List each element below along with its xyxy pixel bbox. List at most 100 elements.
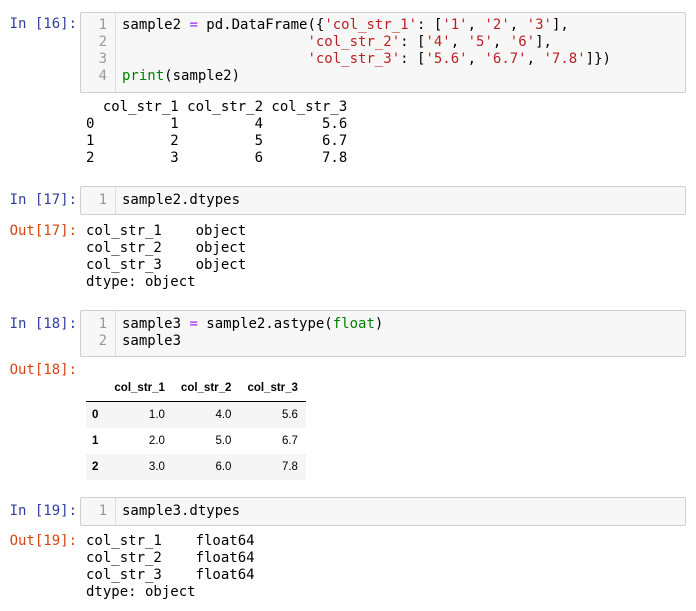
code-token: sample3	[122, 333, 182, 349]
code-token: =	[189, 316, 198, 332]
code-editor[interactable]: sample2 = pd.DataFrame({'col_str_1': ['1…	[122, 17, 611, 85]
table-cell: 6.7	[281, 435, 298, 447]
table-cell: 5.0	[215, 435, 232, 447]
execute-result: col_str_1 float64 col_str_2 float64 col_…	[86, 533, 255, 600]
code-token: ,	[526, 51, 544, 67]
code-token: =	[189, 17, 198, 33]
code-token: (sample2)	[164, 68, 241, 84]
code-token: ],	[551, 17, 569, 33]
output-prompt: Out[17]:	[9, 223, 77, 239]
table-cell: 6.0	[215, 461, 232, 473]
code-token: '2'	[484, 17, 510, 33]
code-line: sample3	[122, 333, 383, 350]
row-index: 1	[92, 435, 99, 447]
code-token: sample2.astype(	[197, 316, 333, 332]
code-token: ,	[467, 51, 485, 67]
input-prompt: In [16]:	[9, 16, 77, 32]
code-token: : [	[400, 34, 426, 50]
line-number-gutter: 1	[81, 187, 116, 214]
code-token: sample2	[122, 17, 190, 33]
code-token: 'col_str_3'	[307, 51, 401, 67]
code-token: ,	[492, 34, 510, 50]
line-number: 2	[98, 333, 107, 349]
input-prompt: In [18]:	[9, 316, 77, 332]
code-line: sample3.dtypes	[122, 503, 240, 520]
dataframe-table: col_str_1 col_str_2 col_str_3 0 1.0 4.0 …	[86, 374, 306, 480]
code-token: float	[332, 316, 375, 332]
output-prompt: Out[19]:	[9, 533, 77, 549]
code-token: '7.8'	[543, 51, 586, 67]
code-token: '5.6'	[425, 51, 468, 67]
index-header	[86, 374, 107, 402]
row-index: 0	[92, 409, 99, 421]
line-number: 1	[98, 503, 107, 519]
code-token: '6'	[509, 34, 536, 50]
table-row: 2 3.0 6.0 7.8	[86, 454, 306, 480]
line-numbers: 1234	[99, 17, 107, 85]
code-token: '3'	[526, 17, 552, 33]
table-cell: 2.0	[148, 435, 165, 447]
code-line: sample3 = sample2.astype(float)	[122, 316, 383, 333]
column-header: col_str_1	[106, 374, 173, 402]
code-token: print	[122, 68, 165, 84]
code-token: pd.DataFrame({	[197, 17, 325, 33]
code-cell-input[interactable]: 12 sample3 = sample2.astype(float) sample…	[80, 310, 686, 357]
code-token: '4'	[425, 34, 451, 50]
table-cell: 1.0	[148, 409, 165, 421]
code-editor[interactable]: sample2.dtypes	[122, 192, 240, 209]
code-cell-input[interactable]: 1 sample2.dtypes	[80, 186, 686, 215]
line-number: 1	[98, 17, 107, 33]
code-token: '5'	[467, 34, 493, 50]
line-number: 1	[98, 316, 107, 332]
code-token: sample3	[122, 316, 190, 332]
code-token: sample3.dtypes	[122, 503, 241, 519]
line-number: 4	[98, 68, 107, 84]
line-numbers: 1	[99, 192, 107, 209]
table-cell: 4.0	[215, 409, 232, 421]
line-number-gutter: 1	[81, 498, 116, 525]
code-token: 'col_str_1'	[324, 17, 418, 33]
table-row: 1 2.0 5.0 6.7	[86, 428, 306, 454]
code-token: )	[374, 316, 384, 332]
table-cell: 5.6	[281, 409, 298, 421]
code-line: print(sample2)	[122, 68, 611, 85]
line-numbers: 1	[99, 503, 107, 520]
code-line: sample2 = pd.DataFrame({'col_str_1': ['1…	[122, 17, 611, 34]
code-token: ,	[450, 34, 468, 50]
code-token: : [	[400, 51, 426, 67]
line-number: 2	[98, 34, 107, 50]
code-token: ,	[467, 17, 485, 33]
table-header-row: col_str_1 col_str_2 col_str_3	[86, 374, 306, 402]
execute-result: col_str_1 object col_str_2 object col_st…	[86, 223, 247, 290]
code-token: ],	[535, 34, 552, 50]
line-number-gutter: 1234	[81, 13, 116, 92]
code-cell-input[interactable]: 1234 sample2 = pd.DataFrame({'col_str_1'…	[80, 12, 686, 93]
line-number: 3	[98, 51, 107, 67]
code-line: 'col_str_3': ['5.6', '6.7', '7.8']})	[122, 51, 611, 68]
code-editor[interactable]: sample3.dtypes	[122, 503, 240, 520]
code-cell-input[interactable]: 1 sample3.dtypes	[80, 497, 686, 526]
code-token: sample2.dtypes	[122, 192, 241, 208]
table-cell: 7.8	[281, 461, 298, 473]
code-token: 'col_str_2'	[307, 34, 401, 50]
code-token: ]})	[585, 51, 611, 67]
table-row: 0 1.0 4.0 5.6	[86, 401, 306, 428]
line-number: 1	[98, 192, 107, 208]
stdout-output: col_str_1 col_str_2 col_str_3 0 1 4 5.6 …	[86, 99, 348, 166]
line-number-gutter: 12	[81, 311, 116, 356]
input-prompt: In [19]:	[9, 503, 77, 519]
row-index: 2	[92, 461, 99, 473]
output-prompt: Out[18]:	[9, 362, 77, 378]
table-cell: 3.0	[148, 461, 165, 473]
code-token: '1'	[442, 17, 468, 33]
line-numbers: 12	[99, 316, 107, 350]
column-header: col_str_2	[172, 374, 240, 402]
column-header: col_str_3	[239, 374, 306, 402]
code-editor[interactable]: sample3 = sample2.astype(float) sample3	[122, 316, 383, 350]
code-line: 'col_str_2': ['4', '5', '6'],	[122, 34, 611, 51]
code-token: '6.7'	[484, 51, 527, 67]
code-token: : [	[417, 17, 443, 33]
code-token: ,	[509, 17, 527, 33]
